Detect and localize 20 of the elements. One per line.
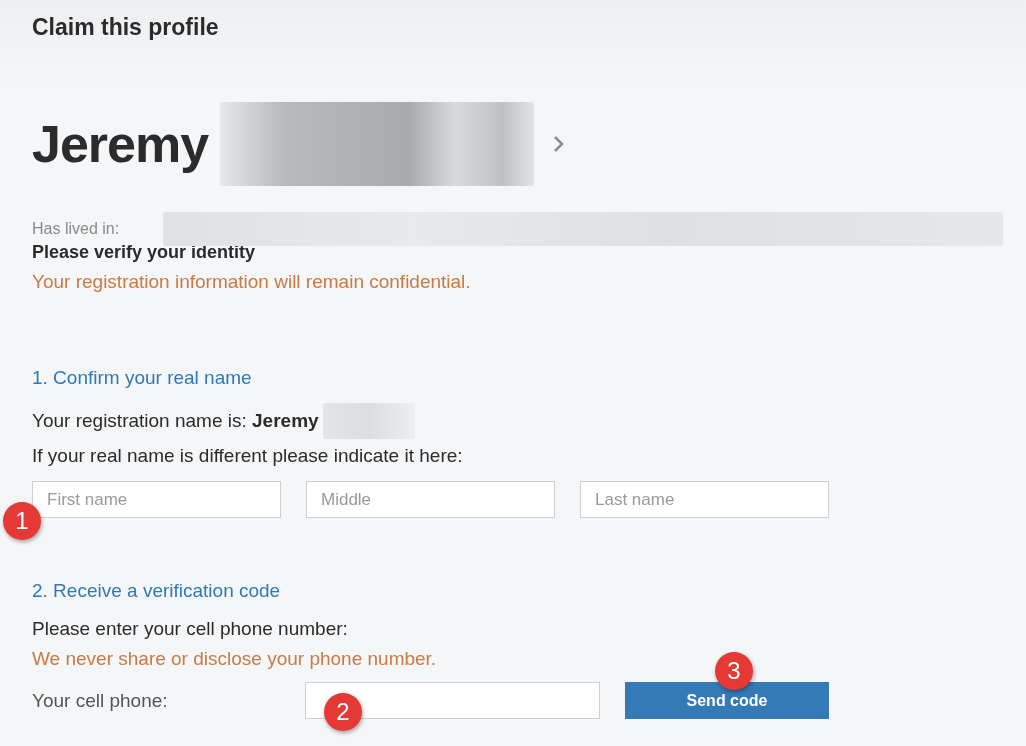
step-number-badge: 2	[324, 693, 362, 731]
step-heading: 1. Confirm your real name	[32, 367, 253, 389]
phone-instruction-text: Please enter your cell phone number:	[32, 618, 349, 640]
phone-input-field[interactable]	[305, 682, 600, 719]
step-number-badge: 1	[3, 502, 41, 540]
name-input-field[interactable]: First name	[32, 481, 281, 518]
send-code-button[interactable]: Send code	[625, 682, 829, 719]
registration-name-text: Your registration name is: Jeremy	[32, 410, 319, 432]
profile-name: Jeremy	[32, 114, 209, 174]
has-lived-in-label: Has lived in:	[32, 220, 121, 238]
name-input-field[interactable]: Last name	[580, 481, 829, 518]
verify-title: Please verify your identity	[32, 242, 257, 263]
instruction-text: If your real name is different please indicate it here:	[32, 445, 464, 467]
name-input-field[interactable]: Middle	[306, 481, 555, 518]
step-number-badge: 3	[715, 652, 753, 690]
confidential-note: Your registration information will remain confidential.	[32, 271, 472, 293]
privacy-note: We never share or disclose your phone number.	[32, 648, 438, 670]
phone-label: Your cell phone:	[32, 689, 169, 712]
step-heading: 2. Receive a verification code	[32, 580, 282, 602]
page-title: Claim this profile	[32, 14, 220, 42]
